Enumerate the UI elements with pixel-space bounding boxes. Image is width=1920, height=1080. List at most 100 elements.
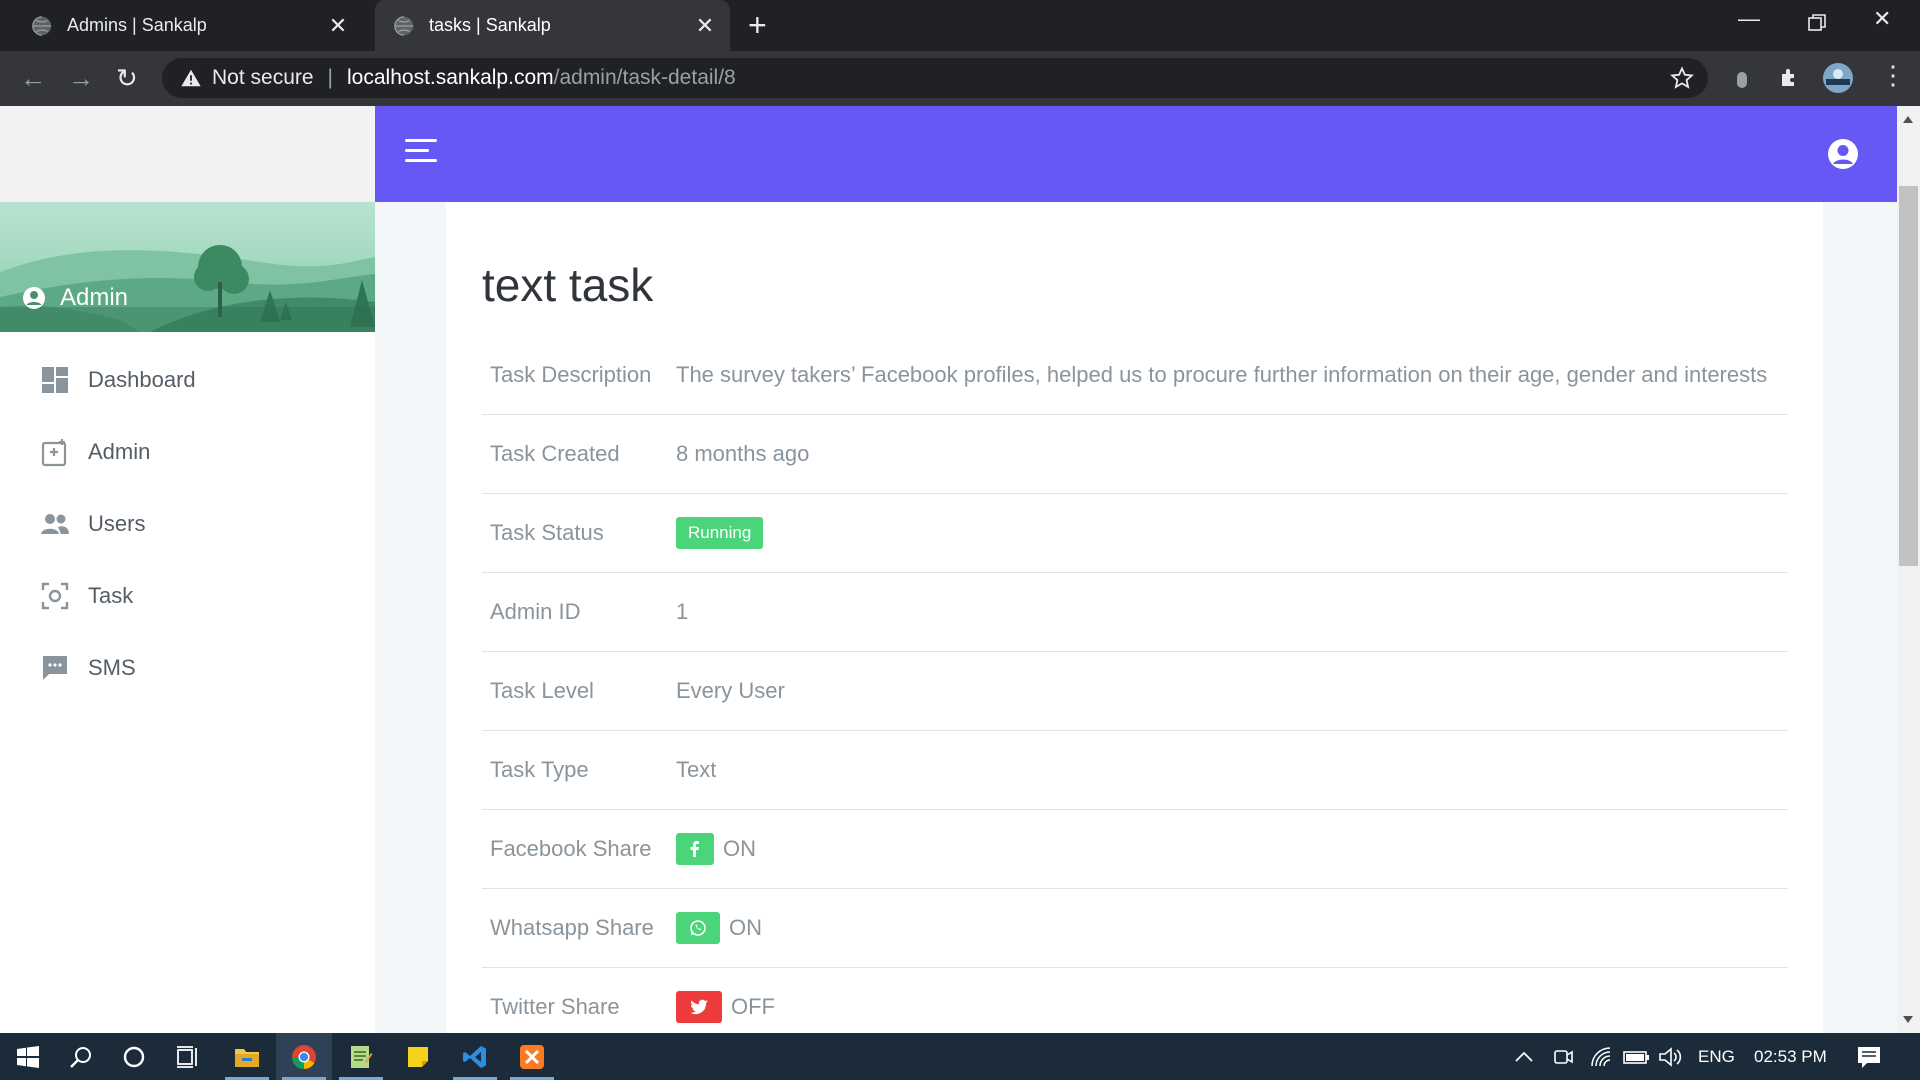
row-value: The survey takers’ Facebook profiles, he… — [676, 362, 1768, 387]
sidebar-item-label: Dashboard — [88, 367, 196, 392]
sidebar-item-admin[interactable]: Admin — [0, 416, 375, 488]
table-row: Twitter Share OFF — [482, 968, 1788, 1033]
row-label: Twitter Share — [490, 994, 620, 1019]
task-detail-table: Task Description The survey takers’ Face… — [482, 336, 1788, 1033]
vscode-icon[interactable] — [447, 1033, 503, 1080]
table-row: Whatsapp Share ON — [482, 889, 1788, 968]
table-row: Task Created 8 months ago — [482, 415, 1788, 494]
back-arrow-icon[interactable]: ← — [20, 61, 46, 95]
windows-taskbar: ENG 02:53 PM — [0, 1033, 1920, 1080]
table-row: Admin ID 1 — [482, 573, 1788, 652]
row-label: Task Type — [490, 757, 589, 782]
tab-close-icon[interactable]: ✕ — [690, 13, 720, 39]
windows-start-icon[interactable] — [0, 1033, 56, 1080]
row-value: 8 months ago — [676, 441, 810, 466]
browser-tab-tasks[interactable]: tasks | Sankalp ✕ — [375, 0, 730, 51]
row-value-wrapper: ON — [676, 833, 756, 865]
sidebar-banner-image — [0, 202, 375, 332]
landscape-illustration — [0, 202, 375, 332]
task-icon — [41, 582, 69, 610]
row-label: Admin ID — [490, 599, 581, 624]
sidebar-item-sms[interactable]: SMS — [0, 632, 375, 704]
users-icon — [41, 514, 69, 534]
battery-icon[interactable] — [1622, 1033, 1650, 1080]
row-label: Task Level — [490, 678, 594, 703]
browser-tab-admins[interactable]: Admins | Sankalp ✕ — [13, 0, 363, 51]
table-row: Task Status Running — [482, 494, 1788, 573]
notepad-plus-icon[interactable] — [333, 1033, 389, 1080]
file-explorer-icon[interactable] — [219, 1033, 275, 1080]
row-label: Task Created — [490, 441, 620, 466]
row-value-wrapper: Running — [676, 517, 764, 549]
admin-icon — [41, 439, 67, 467]
sidebar-item-label: Task — [88, 583, 134, 608]
table-row: Facebook Share ON — [482, 810, 1788, 889]
page-scrollbar[interactable] — [1897, 106, 1920, 1033]
language-indicator[interactable]: ENG — [1698, 1033, 1735, 1080]
web-page: Admin Dashboard Admin Users Task SMS tex… — [0, 106, 1897, 1033]
table-row: Task Type Text — [482, 731, 1788, 810]
security-label: Not secure — [212, 66, 314, 89]
table-row: Task Level Every User — [482, 652, 1788, 731]
row-label: Facebook Share — [490, 836, 652, 861]
minimize-icon[interactable]: — — [1738, 6, 1760, 32]
sidebar-user[interactable]: Admin — [22, 284, 128, 312]
dashboard-icon — [42, 367, 68, 393]
menu-toggle-icon[interactable] — [405, 139, 437, 167]
tab-title: tasks | Sankalp — [429, 15, 551, 35]
sidebar-item-label: Admin — [88, 439, 151, 464]
sidebar-user-label: Admin — [60, 284, 129, 311]
row-value: Every User — [676, 678, 785, 703]
scroll-down-arrow-icon[interactable] — [1903, 1016, 1913, 1023]
whatsapp-share-status: ON — [729, 915, 762, 940]
chrome-icon[interactable] — [276, 1033, 332, 1080]
extensions-puzzle-icon[interactable] — [1778, 66, 1802, 90]
network-icon[interactable] — [1590, 1033, 1612, 1080]
sidebar-item-dashboard[interactable]: Dashboard — [0, 344, 375, 416]
extension-bulb-icon[interactable] — [1734, 68, 1750, 90]
menu-kebab-icon[interactable]: ⋮ — [1880, 60, 1906, 91]
row-label: Whatsapp Share — [490, 915, 654, 940]
sms-icon — [43, 656, 67, 680]
meet-now-icon[interactable] — [1552, 1033, 1574, 1080]
account-circle-icon[interactable] — [1827, 138, 1859, 170]
url-path: /admin/task-detail/8 — [553, 66, 736, 89]
row-value: Text — [676, 757, 717, 782]
sidebar-item-label: Users — [88, 511, 146, 536]
row-value-wrapper: ON — [676, 912, 762, 944]
notification-center-icon[interactable] — [1856, 1033, 1882, 1080]
sidebar-item-task[interactable]: Task — [0, 560, 375, 632]
cortana-icon[interactable] — [106, 1033, 162, 1080]
sticky-notes-icon[interactable] — [390, 1033, 446, 1080]
tab-close-icon[interactable]: ✕ — [323, 13, 353, 39]
sidebar-item-label: SMS — [88, 655, 136, 680]
address-bar[interactable]: Not secure | localhost.sankalp.com/admin… — [162, 58, 1708, 98]
twitter-icon — [676, 991, 722, 1023]
task-view-icon[interactable] — [160, 1033, 216, 1080]
clock[interactable]: 02:53 PM — [1754, 1033, 1827, 1080]
row-value-wrapper: OFF — [676, 991, 775, 1023]
globe-icon — [32, 15, 52, 36]
status-badge: Running — [676, 517, 764, 549]
volume-icon[interactable] — [1658, 1033, 1682, 1080]
new-tab-button[interactable]: + — [748, 9, 767, 41]
window-close-icon[interactable]: ✕ — [1873, 6, 1891, 32]
forward-arrow-icon[interactable]: → — [68, 61, 94, 95]
show-hidden-icons[interactable] — [1514, 1033, 1534, 1080]
reload-icon[interactable]: ↻ — [116, 61, 138, 95]
url-host: localhost.sankalp.com — [347, 66, 554, 89]
scroll-up-arrow-icon[interactable] — [1903, 116, 1913, 123]
sidebar-menu: Dashboard Admin Users Task SMS — [0, 344, 375, 704]
twitter-share-status: OFF — [731, 994, 775, 1019]
profile-avatar-icon[interactable] — [1822, 62, 1854, 94]
url-separator: | — [327, 66, 334, 89]
search-icon[interactable] — [53, 1033, 109, 1080]
restore-icon[interactable] — [1808, 14, 1826, 32]
bookmark-star-icon[interactable] — [1670, 66, 1694, 90]
scrollbar-thumb[interactable] — [1899, 186, 1918, 566]
whatsapp-icon — [676, 912, 720, 944]
sidebar-item-users[interactable]: Users — [0, 488, 375, 560]
page-title: text task — [482, 259, 654, 311]
xampp-icon[interactable] — [504, 1033, 560, 1080]
warning-icon — [181, 69, 201, 87]
